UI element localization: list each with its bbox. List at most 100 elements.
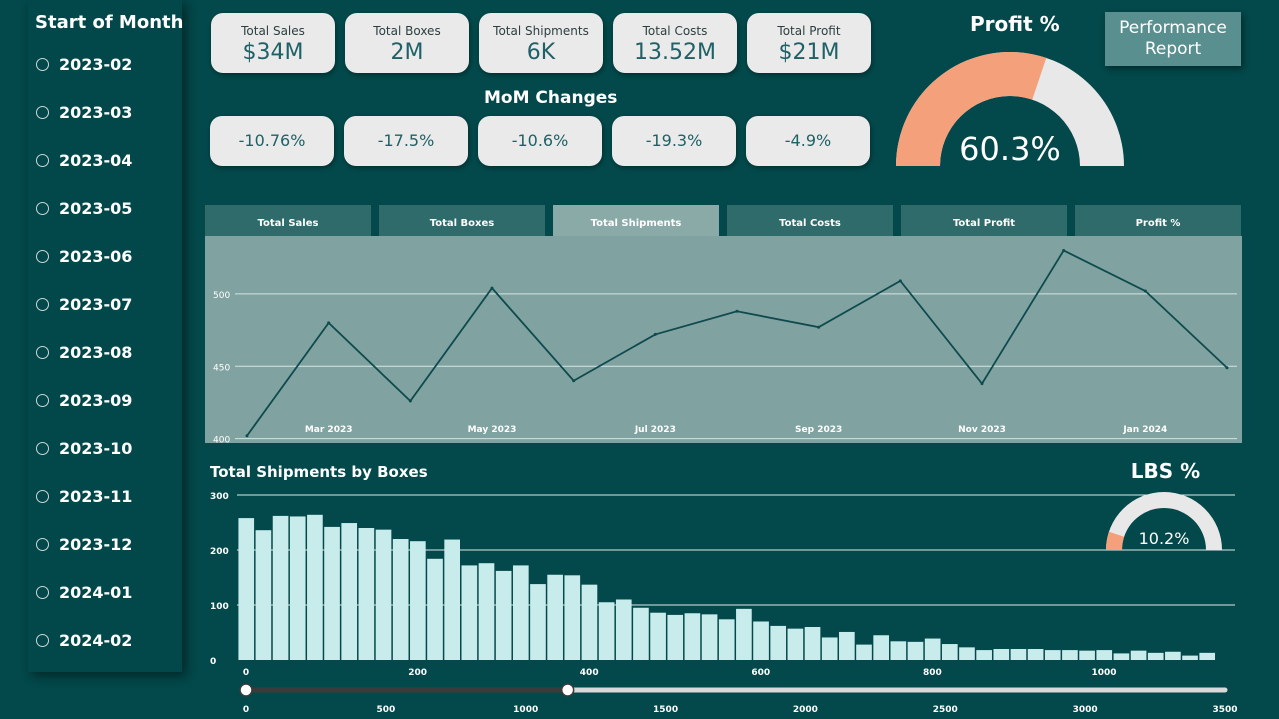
month-option[interactable]: 2023-08: [36, 340, 132, 364]
month-option[interactable]: 2023-06: [36, 244, 132, 268]
bar-chart-bar[interactable]: [581, 584, 598, 660]
bar-chart-bar[interactable]: [667, 614, 684, 660]
radio-icon[interactable]: [36, 489, 49, 503]
bar-chart-bar[interactable]: [1079, 650, 1095, 660]
radio-icon[interactable]: [36, 297, 49, 311]
bar-chart-bar[interactable]: [770, 625, 787, 660]
month-option[interactable]: 2023-07: [36, 292, 132, 316]
bar-chart-bar[interactable]: [478, 563, 495, 660]
month-option[interactable]: 2023-04: [36, 148, 132, 172]
bar-chart-bar[interactable]: [307, 514, 323, 660]
month-option[interactable]: 2023-10: [36, 436, 132, 460]
tab-total-sales[interactable]: Total Sales: [205, 205, 371, 236]
bar-chart-bar[interactable]: [289, 516, 306, 660]
bar-chart-bar[interactable]: [598, 602, 615, 660]
bar-chart-bar[interactable]: [718, 619, 735, 660]
bar-chart-bar[interactable]: [839, 631, 855, 660]
line-chart-point[interactable]: [1143, 289, 1147, 293]
tab-total-profit[interactable]: Total Profit: [901, 205, 1067, 236]
bar-chart-bar[interactable]: [959, 647, 975, 660]
bar-chart-bar[interactable]: [272, 515, 289, 660]
month-option[interactable]: 2023-02: [36, 52, 132, 76]
bar-chart-bar[interactable]: [392, 539, 409, 660]
radio-icon[interactable]: [36, 201, 49, 215]
bar-chart-bar[interactable]: [856, 644, 872, 660]
bar-chart-bar[interactable]: [495, 570, 512, 660]
month-option[interactable]: 2024-01: [36, 580, 132, 604]
bar-chart-bar[interactable]: [924, 638, 941, 660]
bar-chart-bar[interactable]: [341, 523, 358, 660]
month-option[interactable]: 2023-11: [36, 484, 132, 508]
radio-icon[interactable]: [36, 249, 49, 263]
radio-icon[interactable]: [36, 441, 49, 455]
month-option[interactable]: 2024-02: [36, 628, 132, 652]
line-chart-point[interactable]: [245, 434, 249, 438]
radio-icon[interactable]: [36, 585, 49, 599]
bar-chart-bar[interactable]: [1027, 649, 1044, 660]
bar-chart-bar[interactable]: [375, 529, 392, 660]
bar-chart-bar[interactable]: [238, 518, 255, 660]
radio-icon[interactable]: [36, 57, 49, 71]
bar-chart-bar[interactable]: [255, 530, 272, 660]
bar-chart-bar[interactable]: [1147, 652, 1164, 660]
line-chart-point[interactable]: [735, 309, 739, 313]
bar-chart-bar[interactable]: [564, 575, 581, 660]
bar-chart-bar[interactable]: [1199, 652, 1216, 660]
bar-chart-bar[interactable]: [1044, 650, 1061, 660]
line-chart-point[interactable]: [1225, 366, 1229, 370]
bar-chart-bar[interactable]: [907, 641, 924, 660]
slider-min-handle[interactable]: [239, 683, 253, 697]
radio-icon[interactable]: [36, 633, 49, 647]
bar-chart-bar[interactable]: [804, 627, 821, 660]
line-chart-point[interactable]: [980, 382, 984, 386]
bar-chart-bar[interactable]: [547, 574, 563, 660]
bar-chart-bar[interactable]: [633, 607, 649, 660]
radio-icon[interactable]: [36, 537, 49, 551]
bar-chart-bar[interactable]: [1182, 655, 1198, 660]
line-chart-point[interactable]: [653, 332, 657, 336]
bar-chart-bar[interactable]: [976, 650, 992, 660]
bar-chart-bar[interactable]: [787, 628, 804, 660]
line-chart-point[interactable]: [408, 399, 412, 403]
bar-chart-bar[interactable]: [1062, 650, 1078, 660]
bar-chart-bar[interactable]: [753, 621, 769, 661]
tab-total-costs[interactable]: Total Costs: [727, 205, 893, 236]
bar-chart-bar[interactable]: [444, 539, 460, 660]
radio-icon[interactable]: [36, 345, 49, 359]
bar-chart-bar[interactable]: [650, 612, 666, 660]
month-option[interactable]: 2023-09: [36, 388, 132, 412]
bar-chart-bar[interactable]: [684, 613, 701, 660]
bar-chart-bar[interactable]: [615, 599, 632, 661]
tab-total-shipments[interactable]: Total Shipments: [553, 205, 719, 236]
bar-chart-bar[interactable]: [941, 644, 958, 660]
line-chart-point[interactable]: [572, 379, 576, 383]
performance-report-button[interactable]: Performance Report: [1105, 12, 1241, 66]
tab-profit[interactable]: Profit %: [1075, 205, 1241, 236]
bar-chart-bar[interactable]: [1165, 651, 1181, 660]
line-chart-point[interactable]: [898, 279, 902, 283]
bar-chart-bar[interactable]: [512, 565, 529, 660]
bar-chart-bar[interactable]: [358, 528, 375, 660]
bar-chart-bar[interactable]: [324, 526, 340, 660]
bar-chart-bar[interactable]: [873, 635, 889, 660]
line-chart-point[interactable]: [817, 325, 821, 329]
bar-chart-bar[interactable]: [410, 541, 426, 660]
bar-chart-bar[interactable]: [1010, 649, 1027, 660]
month-option[interactable]: 2023-03: [36, 100, 132, 124]
radio-icon[interactable]: [36, 105, 49, 119]
bar-chart-bar[interactable]: [821, 637, 838, 660]
bar-chart-bar[interactable]: [701, 614, 718, 660]
line-chart-point[interactable]: [490, 286, 494, 290]
bar-chart-bar[interactable]: [530, 584, 546, 660]
bar-chart-bar[interactable]: [427, 558, 443, 660]
bar-chart-bar[interactable]: [993, 649, 1010, 660]
boxes-range-slider[interactable]: 0 500 1000 1500 2000 2500 3000 3500: [205, 676, 1242, 719]
radio-icon[interactable]: [36, 153, 49, 167]
bar-chart-bar[interactable]: [736, 608, 752, 660]
bar-chart-bar[interactable]: [1113, 653, 1130, 660]
bar-chart-bar[interactable]: [461, 565, 478, 660]
radio-icon[interactable]: [36, 393, 49, 407]
bar-chart-bar[interactable]: [1130, 650, 1147, 660]
slider-max-handle[interactable]: [560, 683, 575, 697]
line-chart-point[interactable]: [327, 321, 331, 325]
